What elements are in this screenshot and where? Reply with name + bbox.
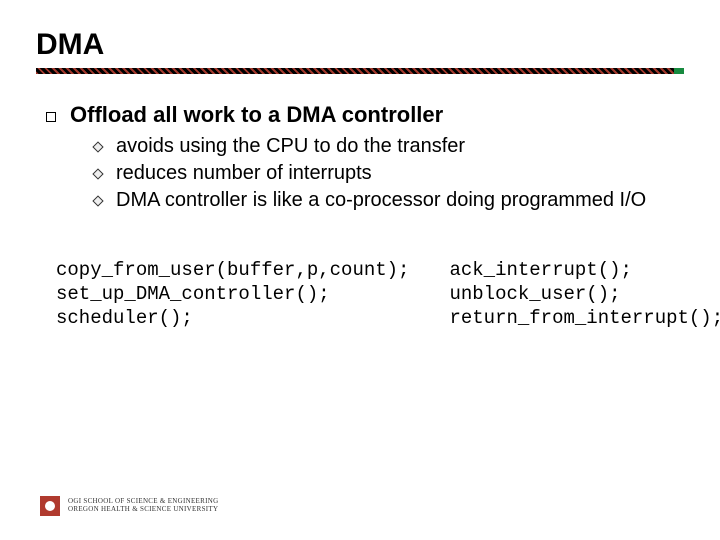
bullet-level1: Offload all work to a DMA controller (46, 102, 684, 128)
footer-line2: OREGON HEALTH & SCIENCE UNIVERSITY (68, 506, 218, 514)
diamond-bullet-icon (92, 168, 103, 179)
code-right: ack_interrupt(); unblock_user(); return_… (449, 259, 720, 330)
bullet-text: Offload all work to a DMA controller (70, 102, 443, 128)
slide-title: DMA (36, 28, 684, 62)
code-left: copy_from_user(buffer,p,count); set_up_D… (56, 259, 409, 330)
slide: DMA Offload all work to a DMA controller… (0, 0, 720, 540)
square-bullet-icon (46, 112, 56, 122)
bullet-level2: reduces number of interrupts (94, 161, 684, 186)
title-underline (36, 68, 684, 74)
bullet-level2: DMA controller is like a co-processor do… (94, 188, 684, 213)
code-columns: copy_from_user(buffer,p,count); set_up_D… (46, 259, 684, 330)
sub-bullet-text: avoids using the CPU to do the transfer (116, 134, 465, 159)
sub-bullets: avoids using the CPU to do the transfer … (46, 134, 684, 213)
university-logo-icon (40, 496, 60, 516)
sub-bullet-text: reduces number of interrupts (116, 161, 372, 186)
footer-text: OGI SCHOOL OF SCIENCE & ENGINEERING OREG… (68, 498, 218, 513)
diamond-bullet-icon (92, 195, 103, 206)
diamond-bullet-icon (92, 141, 103, 152)
sub-bullet-text: DMA controller is like a co-processor do… (116, 188, 646, 213)
content-area: Offload all work to a DMA controller avo… (36, 102, 684, 330)
bullet-level2: avoids using the CPU to do the transfer (94, 134, 684, 159)
footer: OGI SCHOOL OF SCIENCE & ENGINEERING OREG… (40, 496, 218, 516)
